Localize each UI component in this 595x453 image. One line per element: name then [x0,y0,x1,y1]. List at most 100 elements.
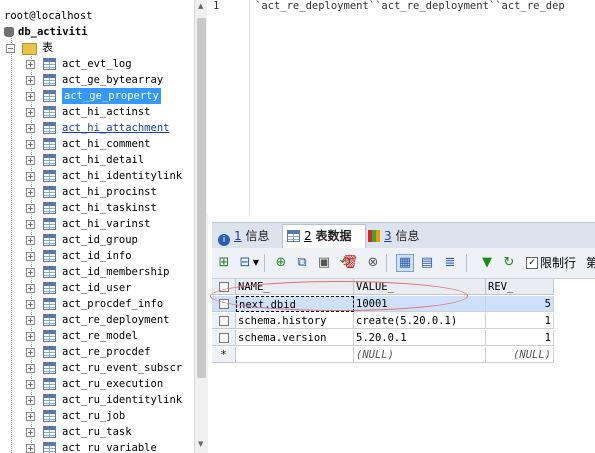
table-label: act_hi_comment [62,138,151,150]
cancel-changes-icon[interactable]: ⊗ [364,254,382,272]
expand-icon[interactable]: + [26,92,35,101]
table-cell[interactable]: 5.20.0.1 [354,330,486,346]
delete-row-icon[interactable]: 🗑 [341,254,359,272]
expand-icon[interactable]: + [26,300,35,309]
table-icon [43,58,56,70]
tab-label: 信息 [245,229,270,243]
table-cell[interactable]: 10001 [354,296,486,312]
table-cell[interactable]: 1 [486,330,554,346]
scroll-down-icon[interactable]: ▼ [198,440,203,448]
table-label: act_ru_identitylink [62,394,183,406]
expand-icon[interactable]: + [26,76,35,85]
collapse-icon[interactable]: − [6,44,15,53]
reload-icon[interactable]: ↻ [500,254,518,272]
grid-view-icon[interactable]: ▦ [396,254,414,272]
expand-icon[interactable]: + [26,428,35,437]
expand-icon[interactable]: + [26,252,35,261]
column-header[interactable]: VALUE_ [354,279,486,295]
row-checkbox[interactable] [219,299,229,309]
chevron-down-icon[interactable]: ▼ [252,254,260,272]
duplicate-row-icon[interactable]: ⧉ [293,254,311,272]
select-all-checkbox[interactable] [219,282,229,292]
expand-icon[interactable]: + [26,284,35,293]
row-checkbox[interactable] [219,316,229,326]
expand-icon[interactable]: + [26,156,35,165]
table-row[interactable]: schema.history create(5.20.0.1) 1 [212,313,554,330]
select-all-cell[interactable] [212,279,236,295]
column-header[interactable]: NAME_ [236,279,354,295]
row-header[interactable] [212,296,236,312]
table-label: act_re_deployment [62,314,170,326]
table-row[interactable]: schema.version 5.20.0.1 1 [212,330,554,347]
add-row-icon[interactable]: ⊕ [272,254,290,272]
table-icon [43,394,56,406]
table-cell[interactable]: create(5.20.0.1) [354,313,486,329]
table-label: act_ge_property [62,88,161,104]
row-header[interactable] [212,330,236,346]
import-icon[interactable]: ⊞ [215,254,233,272]
expand-icon[interactable]: + [26,172,35,181]
row-header[interactable] [212,313,236,329]
table-label: act_hi_taskinst [62,202,157,214]
table-cell[interactable]: schema.history [236,313,354,329]
expand-icon[interactable]: + [26,236,35,245]
table-icon [43,330,56,342]
tab-number: 2 [304,229,312,243]
table-cell[interactable]: next.dbid [236,296,354,312]
editor-code-line[interactable]: `act_re_deployment``act_re_deployment``a… [255,0,565,12]
column-header[interactable]: REV_ [486,279,554,295]
table-icon [43,186,56,198]
table-cell[interactable]: schema.version [236,330,354,346]
table-label: act_hi_actinst [62,106,151,118]
expand-icon[interactable]: + [26,108,35,117]
expand-icon[interactable]: + [26,124,35,133]
expand-icon[interactable]: + [26,220,35,229]
expand-icon[interactable]: + [26,60,35,69]
grid-header-row[interactable]: NAME_ VALUE_ REV_ [212,279,554,296]
table-icon [43,234,56,246]
table-icon [43,154,56,166]
tab-info-2[interactable]: 3 信息 [368,225,430,247]
new-row[interactable]: * (NULL) (NULL) [212,347,554,364]
expand-icon[interactable]: + [26,188,35,197]
tab-label: 表数据 [315,229,352,243]
table-cell[interactable]: 1 [486,313,554,329]
expand-icon[interactable]: + [26,316,35,325]
expand-icon[interactable]: + [26,204,35,213]
null-cell[interactable]: (NULL) [486,347,554,363]
tab-info[interactable]: i1 信息 [218,225,280,247]
expand-icon[interactable]: + [26,380,35,389]
table-label: act_ge_bytearray [62,74,164,86]
row-checkbox[interactable] [219,333,229,343]
table-cell[interactable] [236,347,354,363]
table-icon [43,298,56,310]
expand-icon[interactable]: + [26,364,35,373]
tree-scrollbar[interactable]: ▲ ▼ [194,0,208,453]
form-view-icon[interactable]: ▤ [418,254,436,272]
table-icon [43,410,56,422]
save-icon[interactable]: ▣ [315,254,333,272]
table-row[interactable]: next.dbid 10001 5 [212,296,554,313]
query-editor[interactable]: 1 `act_re_deployment``act_re_deployment`… [207,0,595,215]
limit-rows-checkbox[interactable]: ✓ [526,257,538,269]
scroll-up-icon[interactable]: ▲ [198,2,203,10]
expand-icon[interactable]: + [26,348,35,357]
table-label: act_hi_attachment [62,122,170,134]
expand-icon[interactable]: + [26,444,35,453]
object-browser-tree: root@localhost db_activiti − 表 + act_evt_… [0,0,194,453]
expand-icon[interactable]: + [26,140,35,149]
null-cell[interactable]: (NULL) [354,347,486,363]
text-view-icon[interactable]: ≣ [441,254,459,272]
table-icon [43,218,56,230]
expand-icon[interactable]: + [26,412,35,421]
scrollbar-thumb[interactable] [197,18,206,378]
filter-icon[interactable]: ▼ [478,254,496,272]
tab-table-data[interactable]: 2 表数据 [282,224,366,249]
expand-icon[interactable]: + [26,332,35,341]
expand-icon[interactable]: + [26,396,35,405]
table-label: act_id_membership [62,266,170,278]
tab-label: 信息 [395,229,420,243]
expand-icon[interactable]: + [26,268,35,277]
table-icon [43,90,56,102]
table-cell[interactable]: 5 [486,296,554,312]
